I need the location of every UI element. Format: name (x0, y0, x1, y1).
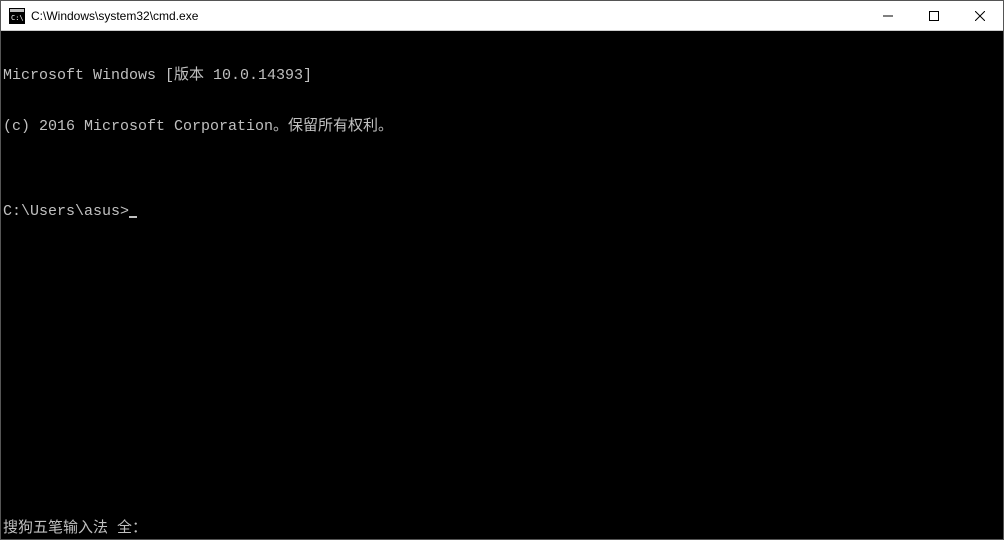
ime-status: 搜狗五笔输入法 全： (3, 520, 147, 537)
svg-text:C:\: C:\ (11, 14, 24, 22)
prompt-text: C:\Users\asus> (3, 203, 129, 220)
terminal-output-line: Microsoft Windows [版本 10.0.14393] (3, 67, 1001, 84)
minimize-button[interactable] (865, 1, 911, 30)
terminal-prompt-line: C:\Users\asus> (3, 203, 1001, 220)
terminal-output-line: (c) 2016 Microsoft Corporation。保留所有权利。 (3, 118, 1001, 135)
close-button[interactable] (957, 1, 1003, 30)
titlebar: C:\ C:\Windows\system32\cmd.exe (1, 1, 1003, 31)
cmd-icon: C:\ (9, 8, 25, 24)
window-controls (865, 1, 1003, 30)
cursor (129, 216, 137, 218)
maximize-button[interactable] (911, 1, 957, 30)
window-title: C:\Windows\system32\cmd.exe (31, 9, 865, 23)
terminal-area[interactable]: Microsoft Windows [版本 10.0.14393] (c) 20… (1, 31, 1003, 539)
